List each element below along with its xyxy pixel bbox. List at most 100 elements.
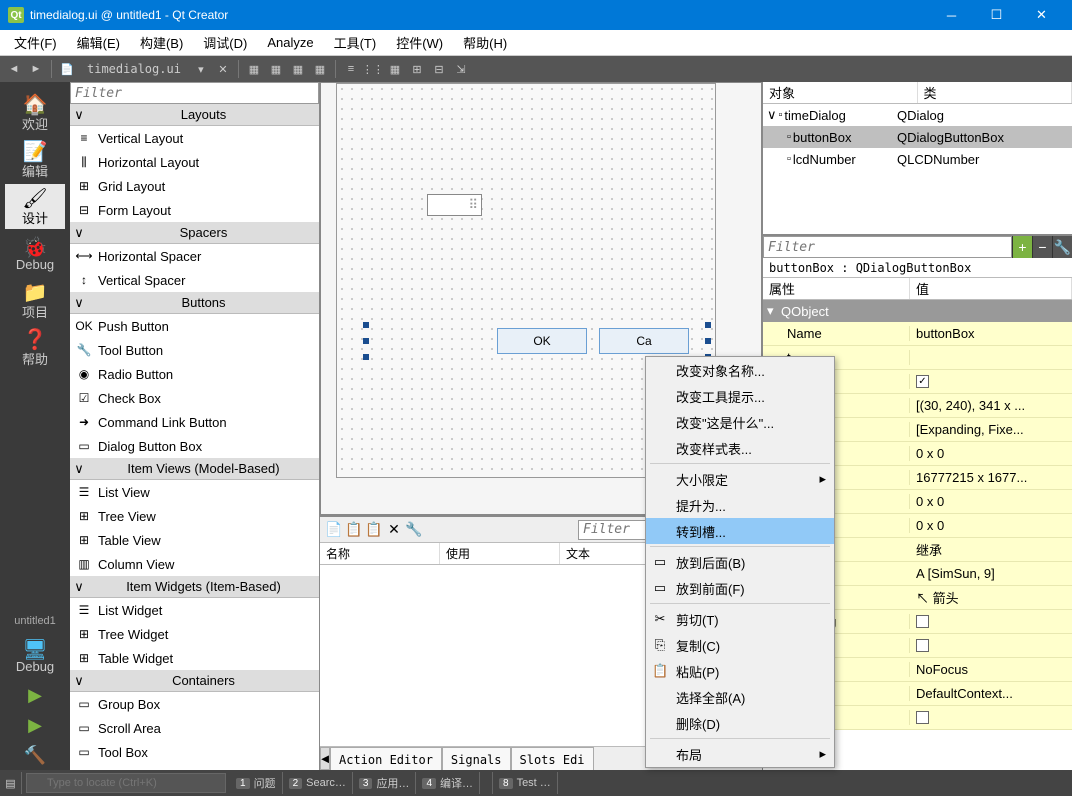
- widget-item[interactable]: ▭Dialog Button Box: [70, 434, 319, 458]
- open-file-path[interactable]: timedialog.ui: [79, 62, 189, 76]
- widget-category-header[interactable]: ∨Item Views (Model-Based): [70, 458, 319, 480]
- forward-icon[interactable]: ►: [26, 59, 46, 79]
- tree-header[interactable]: 对象: [763, 82, 918, 103]
- layout-vert-icon[interactable]: ⋮⋮: [363, 59, 383, 79]
- column-header[interactable]: 使用: [440, 543, 560, 564]
- widget-item[interactable]: ▭Tool Box: [70, 740, 319, 764]
- menu-item[interactable]: 控件(W): [386, 31, 453, 55]
- widget-item[interactable]: ⊟Form Layout: [70, 198, 319, 222]
- status-pane-button[interactable]: 8Test …: [493, 772, 558, 794]
- widget-item[interactable]: ⊞Grid Layout: [70, 174, 319, 198]
- adjust-size-icon[interactable]: ⇲: [451, 59, 471, 79]
- run-button[interactable]: ▶: [5, 680, 65, 710]
- context-menu-item[interactable]: ⎘复制(C): [646, 632, 834, 658]
- widget-item[interactable]: ◉Radio Button: [70, 362, 319, 386]
- debug-run-button[interactable]: ▶: [5, 710, 65, 740]
- widget-category-header[interactable]: ∨Buttons: [70, 292, 319, 314]
- toolbar-icon[interactable]: ▦: [266, 59, 286, 79]
- toolbar-icon[interactable]: ▦: [288, 59, 308, 79]
- column-header[interactable]: 名称: [320, 543, 440, 564]
- locator-input[interactable]: [26, 773, 226, 793]
- property-header[interactable]: 属性: [763, 278, 910, 299]
- ok-button[interactable]: OK: [497, 328, 587, 354]
- status-pane-button[interactable]: [480, 772, 493, 794]
- widget-item[interactable]: ⟷Horizontal Spacer: [70, 244, 319, 268]
- widget-item[interactable]: ⊞Tree Widget: [70, 622, 319, 646]
- context-menu-item[interactable]: 大小限定▸: [646, 466, 834, 492]
- menu-item[interactable]: 编辑(E): [67, 31, 130, 55]
- cancel-button[interactable]: Ca: [599, 328, 689, 354]
- context-menu-item[interactable]: 提升为...: [646, 492, 834, 518]
- dialog-button-box[interactable]: OK Ca: [367, 326, 707, 356]
- menu-item[interactable]: 构建(B): [130, 31, 193, 55]
- mode-button[interactable]: 🏠欢迎: [5, 90, 65, 135]
- menu-item[interactable]: 帮助(H): [453, 31, 517, 55]
- layout-grid-icon[interactable]: ▦: [385, 59, 405, 79]
- widget-item[interactable]: 🔧Tool Button: [70, 338, 319, 362]
- toolbar-icon[interactable]: ▦: [310, 59, 330, 79]
- close-button[interactable]: ✕: [1019, 0, 1064, 30]
- bottom-tab[interactable]: Slots Edi: [511, 747, 594, 770]
- toggle-sidebar-icon[interactable]: ▤: [0, 772, 22, 794]
- tree-header[interactable]: 类: [918, 82, 1072, 103]
- remove-property-icon[interactable]: −: [1032, 236, 1052, 258]
- close-tab-icon[interactable]: ✕: [213, 59, 233, 79]
- status-pane-button[interactable]: 4编译…: [416, 772, 480, 794]
- copy-action-icon[interactable]: 📋: [344, 520, 364, 540]
- widget-item[interactable]: ▭Scroll Area: [70, 716, 319, 740]
- paste-action-icon[interactable]: 📋: [364, 520, 384, 540]
- widget-item[interactable]: ⫼Horizontal Layout: [70, 150, 319, 174]
- context-menu-item[interactable]: ▭放到前面(F): [646, 575, 834, 601]
- toolbar-icon[interactable]: ▦: [244, 59, 264, 79]
- object-tree-row[interactable]: ▫buttonBoxQDialogButtonBox: [763, 126, 1072, 148]
- widget-item[interactable]: ☑Check Box: [70, 386, 319, 410]
- add-property-icon[interactable]: +: [1012, 236, 1032, 258]
- widgetbox-filter[interactable]: [70, 82, 319, 104]
- mode-button[interactable]: ❓帮助: [5, 325, 65, 370]
- menu-item[interactable]: 工具(T): [324, 31, 387, 55]
- context-menu-item[interactable]: 布局▸: [646, 741, 834, 767]
- widget-item[interactable]: ☰List View: [70, 480, 319, 504]
- mode-button[interactable]: 🖌设计: [5, 184, 65, 229]
- context-menu-item[interactable]: 选择全部(A): [646, 684, 834, 710]
- status-pane-button[interactable]: 3应用…: [353, 772, 417, 794]
- bottom-tab[interactable]: Action Editor: [330, 747, 442, 770]
- context-menu-item[interactable]: ▭放到后面(B): [646, 549, 834, 575]
- status-pane-button[interactable]: 2Searc…: [283, 772, 353, 794]
- menu-item[interactable]: Analyze: [257, 31, 323, 55]
- widget-category-header[interactable]: ∨Containers: [70, 670, 319, 692]
- widget-item[interactable]: OKPush Button: [70, 314, 319, 338]
- property-filter[interactable]: [763, 236, 1012, 258]
- widget-item[interactable]: ☰List Widget: [70, 598, 319, 622]
- mode-button[interactable]: 📁项目: [5, 278, 65, 323]
- context-menu-item[interactable]: 改变样式表...: [646, 435, 834, 461]
- menu-item[interactable]: 文件(F): [4, 31, 67, 55]
- widget-item[interactable]: ➜Command Link Button: [70, 410, 319, 434]
- new-action-icon[interactable]: 📄: [324, 520, 344, 540]
- object-tree-row[interactable]: ∨▫timeDialogQDialog: [763, 104, 1072, 126]
- back-icon[interactable]: ◄: [4, 59, 24, 79]
- widget-item[interactable]: ⊞Table View: [70, 528, 319, 552]
- status-pane-button[interactable]: 1问题: [230, 772, 283, 794]
- property-category[interactable]: ▾QObject: [763, 300, 1072, 322]
- mode-button[interactable]: 🐞Debug: [5, 231, 65, 276]
- layout-horiz-icon[interactable]: ≡: [341, 59, 361, 79]
- context-menu-item[interactable]: 改变工具提示...: [646, 383, 834, 409]
- widget-category-header[interactable]: ∨Layouts: [70, 104, 319, 126]
- context-menu-item[interactable]: 改变"这是什么"...: [646, 409, 834, 435]
- context-menu-item[interactable]: 📋粘贴(P): [646, 658, 834, 684]
- widget-item[interactable]: ↕Vertical Spacer: [70, 268, 319, 292]
- layout-form-icon[interactable]: ⊞: [407, 59, 427, 79]
- properties-icon[interactable]: 🔧: [404, 520, 424, 540]
- widget-item[interactable]: ▥Column View: [70, 552, 319, 576]
- bottom-tab[interactable]: Signals: [442, 747, 511, 770]
- widget-item[interactable]: ⊞Tree View: [70, 504, 319, 528]
- context-menu-item[interactable]: 转到槽...: [646, 518, 834, 544]
- lcd-number-widget[interactable]: ⠿: [427, 194, 482, 216]
- configure-icon[interactable]: 🔧: [1052, 236, 1072, 258]
- menu-item[interactable]: 调试(D): [193, 31, 257, 55]
- object-tree-row[interactable]: ▫lcdNumberQLCDNumber: [763, 148, 1072, 170]
- minimize-button[interactable]: ─: [929, 0, 974, 30]
- property-header[interactable]: 值: [910, 278, 1072, 299]
- delete-action-icon[interactable]: ✕: [384, 520, 404, 540]
